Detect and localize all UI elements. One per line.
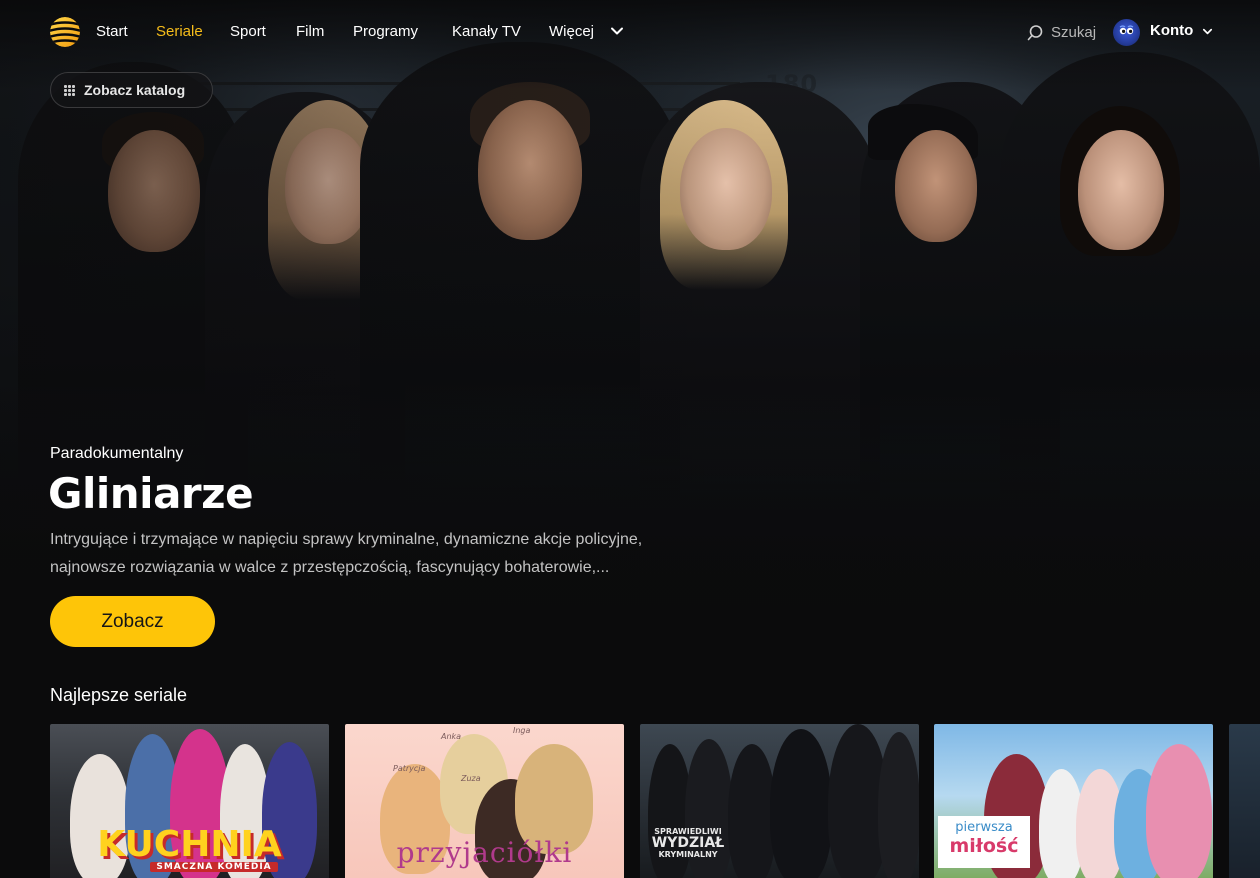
catalog-button[interactable]: Zobacz katalog xyxy=(50,72,213,108)
series-tile-przyjaciolki[interactable]: Patrycja Anka Inga Zuza przyjaciółki xyxy=(345,724,624,878)
grid-icon xyxy=(64,84,75,96)
series-tile-kuchnia[interactable]: KUCHNIA SMACZNA KOMEDIA xyxy=(50,724,329,878)
tile-title-line: pierwsza xyxy=(955,820,1013,835)
tile-title-line: KRYMINALNY xyxy=(658,850,718,860)
search-icon xyxy=(1027,24,1043,40)
tile-person xyxy=(770,729,832,878)
nav-sport[interactable]: Sport xyxy=(230,22,266,42)
hero-genre: Paradokumentalny xyxy=(50,445,184,462)
cast-face xyxy=(1078,130,1164,250)
account-menu[interactable]: Konto xyxy=(1150,22,1193,39)
top-nav: Start Seriale Sport Film Programy Kanały… xyxy=(0,0,1260,64)
tile-title: przyjaciółki xyxy=(396,836,573,869)
tile-title-line: WYDZIAŁ xyxy=(651,835,725,852)
tile-subtitle: SMACZNA KOMEDIA xyxy=(150,862,278,872)
row-title: Najlepsze seriale xyxy=(50,685,188,705)
search-label: Szukaj xyxy=(1051,23,1097,41)
page: 180 170 160 xyxy=(0,0,1260,878)
avatar[interactable] xyxy=(1113,19,1140,46)
nav-start[interactable]: Start xyxy=(96,22,128,42)
tile-name: Zuza xyxy=(461,774,481,783)
watch-button[interactable]: Zobacz xyxy=(50,596,215,647)
avatar-face-icon xyxy=(1119,25,1134,35)
tile-person xyxy=(878,732,919,878)
nav-seriale[interactable]: Seriale xyxy=(156,22,203,42)
hero-description: Intrygujące i trzymające w napięciu spra… xyxy=(50,526,750,582)
series-tile-pierwsza-milosc[interactable]: pierwsza miłość xyxy=(934,724,1213,878)
chevron-down-icon[interactable] xyxy=(610,24,624,38)
nav-programy[interactable]: Programy xyxy=(353,22,418,42)
tile-name: Inga xyxy=(513,726,531,735)
hero-title: Gliniarze xyxy=(48,469,254,518)
cast-face xyxy=(895,130,977,242)
catalog-label: Zobacz katalog xyxy=(84,82,186,98)
nav-kanaly-tv[interactable]: Kanały TV xyxy=(452,22,521,42)
tile-title: pierwsza miłość xyxy=(938,816,1030,868)
sun-stripes-logo-icon[interactable] xyxy=(50,17,80,47)
tile-name: Patrycja xyxy=(393,764,426,773)
tile-title: KUCHNIA xyxy=(97,824,282,865)
tile-person xyxy=(728,744,776,878)
series-tile-next[interactable] xyxy=(1229,724,1260,878)
tile-title-line: miłość xyxy=(949,835,1019,857)
hero-description-line: najnowsze rozwiązania w walce z przestęp… xyxy=(50,559,610,576)
series-tile-sprawiedliwi[interactable]: SPRAWIEDLIWI WYDZIAŁ KRYMINALNY xyxy=(640,724,919,878)
nav-film[interactable]: Film xyxy=(296,22,324,42)
search-button[interactable]: Szukaj xyxy=(1027,22,1096,42)
tile-name: Anka xyxy=(441,732,462,741)
nav-wiecej[interactable]: Więcej xyxy=(549,22,594,42)
tile-title: SPRAWIEDLIWI WYDZIAŁ KRYMINALNY xyxy=(648,827,728,860)
tile-person xyxy=(1146,744,1212,878)
chevron-down-icon[interactable] xyxy=(1201,25,1214,38)
hero-description-line: Intrygujące i trzymające w napięciu spra… xyxy=(50,531,643,548)
